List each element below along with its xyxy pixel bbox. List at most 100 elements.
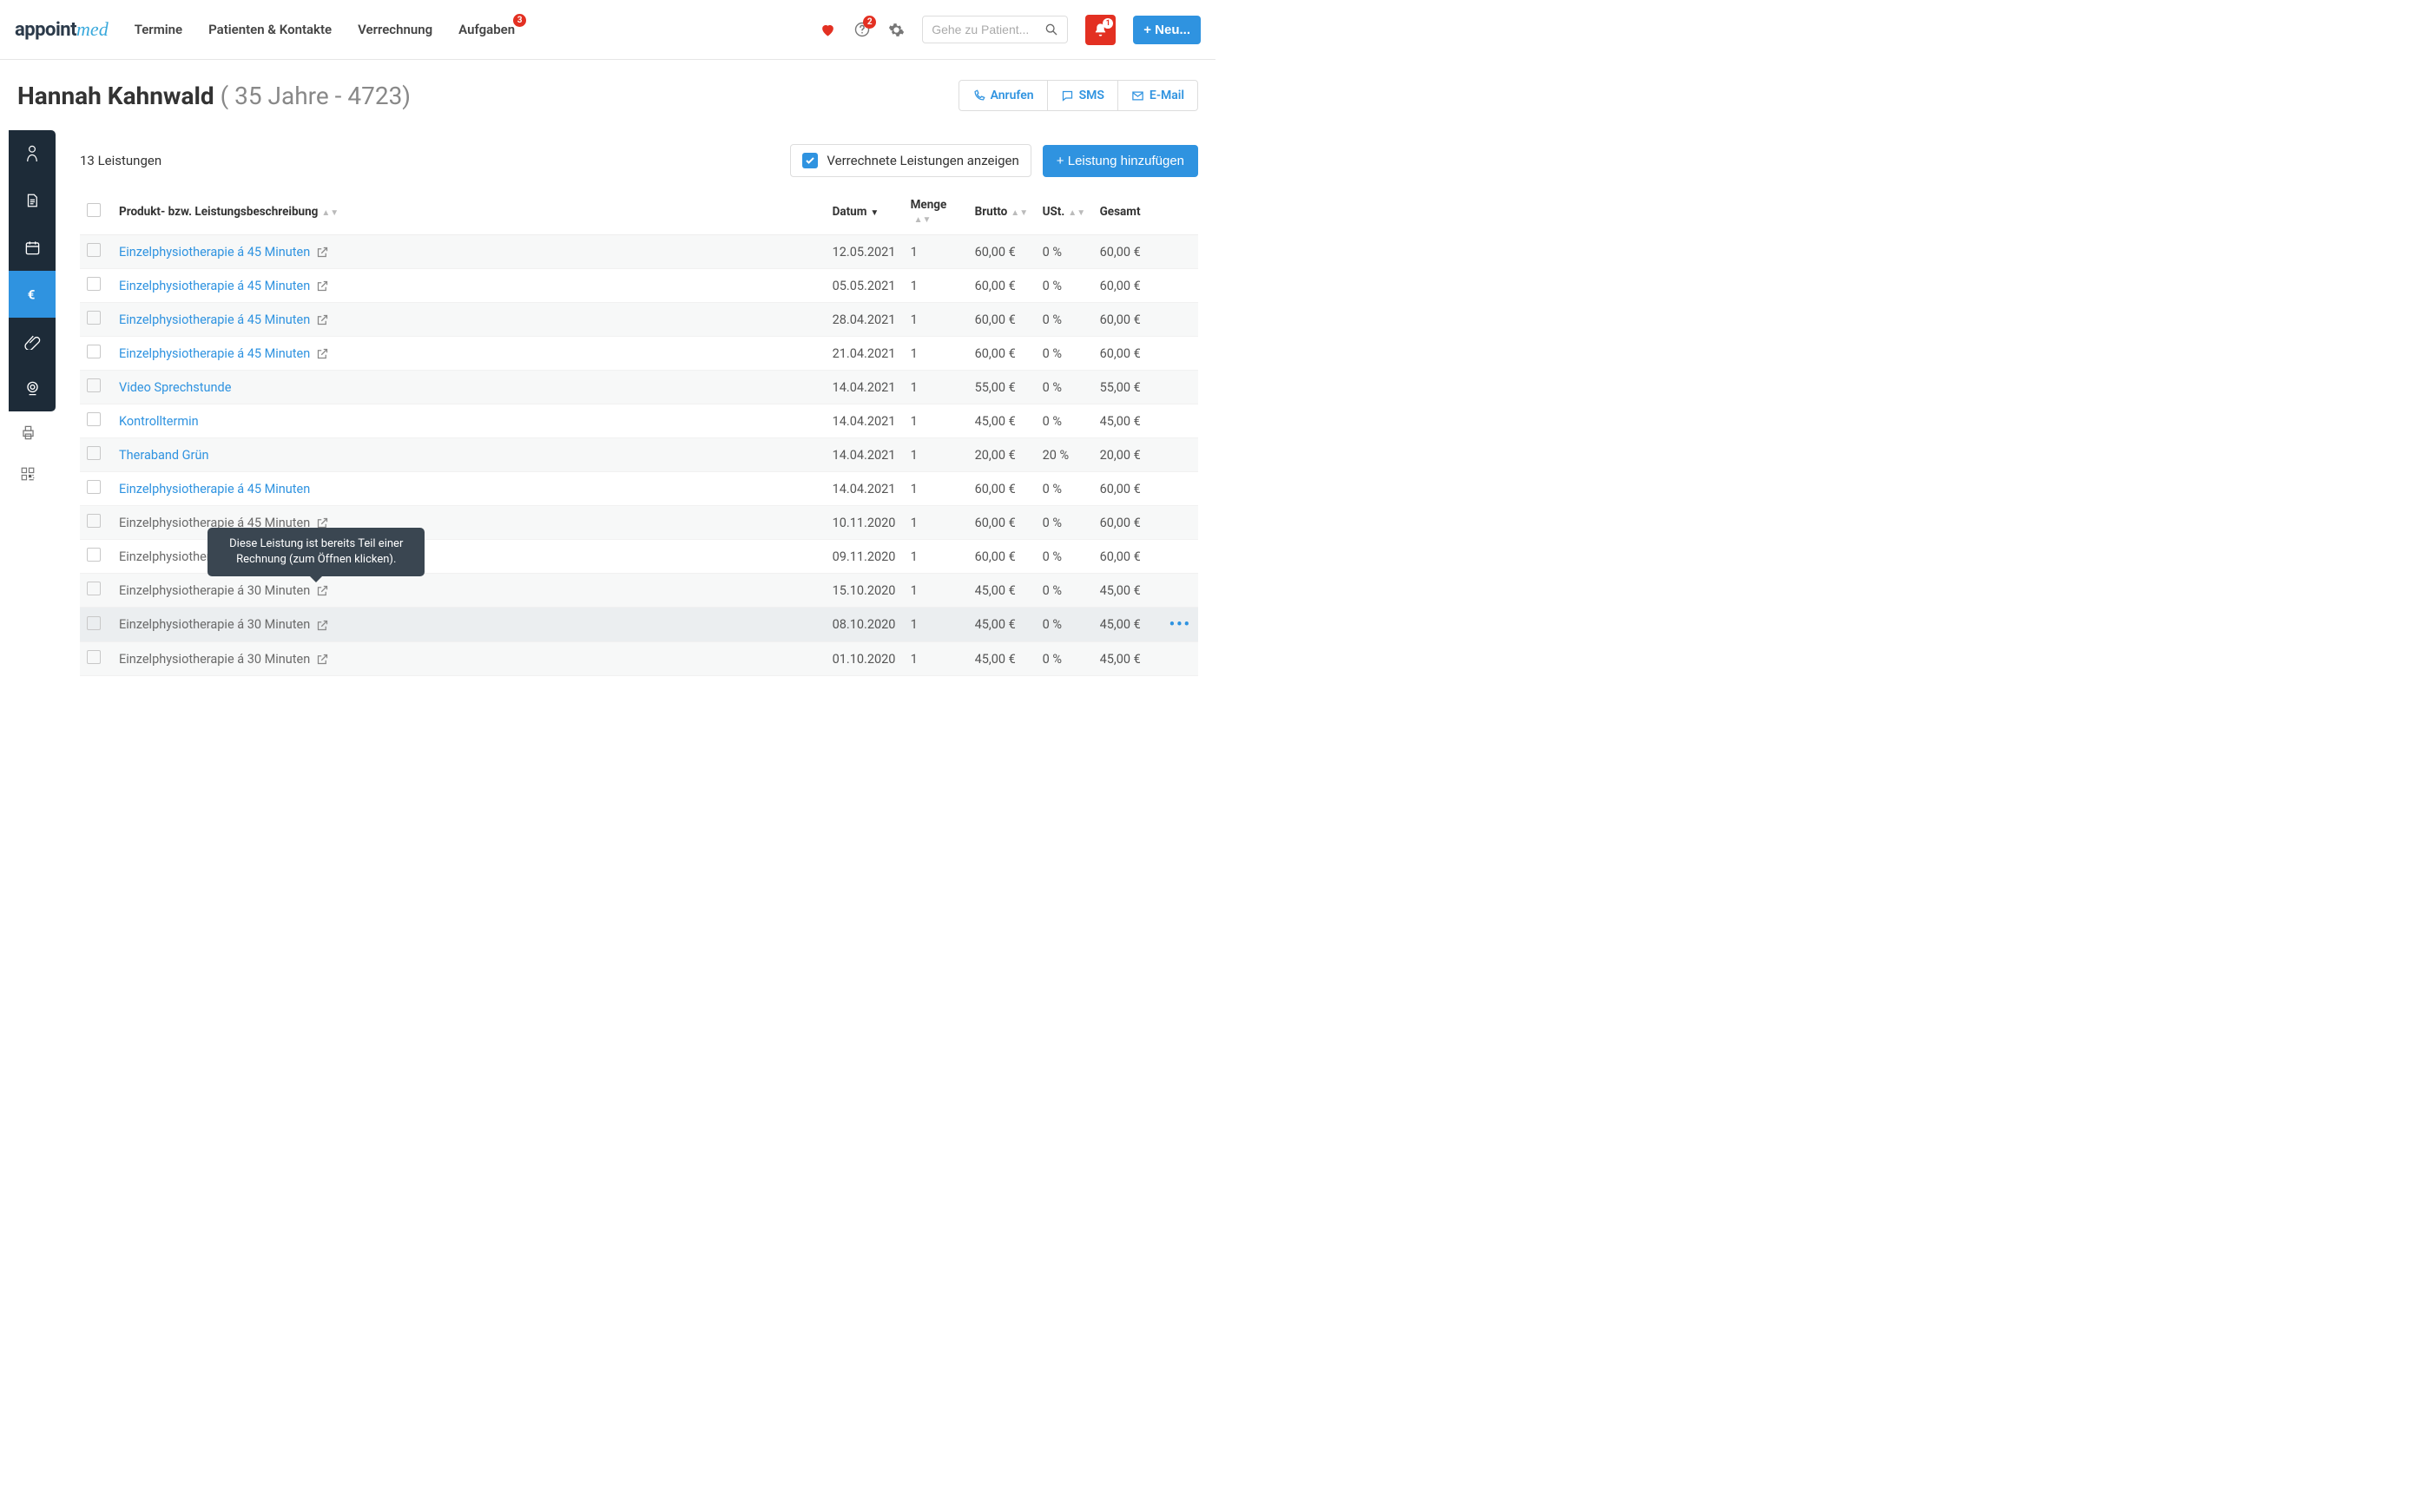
row-ust: 20 % bbox=[1036, 438, 1093, 472]
col-brutto[interactable]: Brutto▲▼ bbox=[968, 189, 1036, 235]
row-brutto: 60,00 € bbox=[968, 506, 1036, 540]
row-total: 45,00 € bbox=[1093, 404, 1163, 438]
table-row[interactable]: Video Sprechstunde 14.04.2021 1 55,00 € … bbox=[80, 371, 1198, 404]
call-button[interactable]: Anrufen bbox=[959, 81, 1047, 110]
row-checkbox[interactable] bbox=[87, 480, 101, 494]
nav-verrechnung[interactable]: Verrechnung bbox=[358, 22, 432, 37]
help-icon[interactable]: 2 bbox=[853, 21, 871, 38]
external-link-icon[interactable] bbox=[316, 246, 329, 259]
nav-termine[interactable]: Termine bbox=[135, 22, 182, 37]
sidebar-item-attach[interactable] bbox=[9, 318, 56, 365]
table-row[interactable]: Einzelphysiotherapie á 45 Minuten 05.05.… bbox=[80, 269, 1198, 303]
table-row[interactable]: Einzelphysiotherapie á 45 Minuten 12.05.… bbox=[80, 235, 1198, 269]
row-brutto: 20,00 € bbox=[968, 438, 1036, 472]
add-service-button[interactable]: + Leistung hinzufügen bbox=[1043, 145, 1198, 177]
col-total[interactable]: Gesamt bbox=[1093, 189, 1163, 235]
row-desc[interactable]: Einzelphysiotherapie á 45 Minuten bbox=[119, 312, 310, 327]
row-desc[interactable]: Theraband Grün bbox=[119, 448, 208, 463]
sidebar-item-billing[interactable]: € bbox=[9, 271, 56, 318]
gear-icon[interactable] bbox=[888, 22, 905, 38]
webcam-icon bbox=[24, 380, 41, 397]
sidebar-dark: € bbox=[9, 130, 56, 411]
row-actions-icon[interactable]: ••• bbox=[1169, 615, 1191, 634]
row-checkbox[interactable] bbox=[87, 345, 101, 358]
table-row[interactable]: Einzelphysiotherapie á 30 Minuten 08.10.… bbox=[80, 608, 1198, 642]
table-row[interactable]: Einzelphysiotherapie á 30 MinutenDiese L… bbox=[80, 574, 1198, 608]
sidebar-item-profile[interactable] bbox=[9, 130, 56, 177]
row-desc[interactable]: Einzelphysiotherapie á 45 Minuten bbox=[119, 346, 310, 361]
row-desc: Einzelphysiotherapie á 30 Minuten bbox=[119, 652, 310, 667]
row-desc[interactable]: Einzelphysiotherapie á 45 Minuten bbox=[119, 482, 310, 496]
row-desc[interactable]: Video Sprechstunde bbox=[119, 380, 231, 395]
nav-patienten[interactable]: Patienten & Kontakte bbox=[208, 22, 332, 37]
row-date: 14.04.2021 bbox=[826, 404, 904, 438]
col-date[interactable]: Datum▼ bbox=[826, 189, 904, 235]
row-ust: 0 % bbox=[1036, 303, 1093, 337]
table-row[interactable]: Theraband Grün 14.04.2021 1 20,00 € 20 %… bbox=[80, 438, 1198, 472]
external-link-icon[interactable] bbox=[316, 653, 329, 666]
table-row[interactable]: Kontrolltermin 14.04.2021 1 45,00 € 0 % … bbox=[80, 404, 1198, 438]
row-desc[interactable]: Kontrolltermin bbox=[119, 414, 199, 429]
table-row[interactable]: Einzelphysiotherapie á 45 Minuten 21.04.… bbox=[80, 337, 1198, 371]
table-row[interactable]: Einzelphysiotherapie á 45 Minuten 28.04.… bbox=[80, 303, 1198, 337]
row-checkbox[interactable] bbox=[87, 277, 101, 291]
col-ust[interactable]: USt.▲▼ bbox=[1036, 189, 1093, 235]
row-ust: 0 % bbox=[1036, 506, 1093, 540]
page-header: Hannah Kahnwald ( 35 Jahre - 4723) Anruf… bbox=[0, 60, 1216, 130]
col-desc[interactable]: Produkt- bzw. Leistungsbeschreibung▲▼ bbox=[112, 189, 826, 235]
logo-second: med bbox=[76, 18, 109, 40]
heart-icon[interactable] bbox=[820, 22, 836, 38]
row-desc[interactable]: Einzelphysiotherapie á 45 Minuten bbox=[119, 279, 310, 293]
sidebar-item-print[interactable] bbox=[4, 411, 51, 453]
row-qty: 1 bbox=[904, 438, 968, 472]
topnav: Termine Patienten & Kontakte Verrechnung… bbox=[135, 22, 820, 37]
sms-button[interactable]: SMS bbox=[1047, 81, 1117, 110]
euro-icon: € bbox=[24, 286, 40, 302]
row-date: 05.05.2021 bbox=[826, 269, 904, 303]
search-input[interactable] bbox=[932, 23, 1044, 36]
sidebar-item-docs[interactable] bbox=[9, 177, 56, 224]
topbar: appointmed Termine Patienten & Kontakte … bbox=[0, 0, 1216, 60]
row-checkbox[interactable] bbox=[87, 582, 101, 595]
sidebar-item-qr[interactable] bbox=[4, 453, 51, 495]
row-checkbox[interactable] bbox=[87, 412, 101, 426]
table-row[interactable]: Einzelphysiotherapie á 45 Minuten 14.04.… bbox=[80, 472, 1198, 506]
row-brutto: 45,00 € bbox=[968, 574, 1036, 608]
row-brutto: 45,00 € bbox=[968, 404, 1036, 438]
sidebar-item-webcam[interactable] bbox=[9, 365, 56, 411]
row-total: 55,00 € bbox=[1093, 371, 1163, 404]
external-link-icon[interactable] bbox=[316, 279, 329, 293]
search-input-wrap[interactable] bbox=[922, 16, 1068, 43]
alert-button[interactable]: 1 bbox=[1085, 15, 1116, 45]
row-checkbox[interactable] bbox=[87, 446, 101, 460]
sidebar-item-calendar[interactable] bbox=[9, 224, 56, 271]
logo[interactable]: appointmed bbox=[15, 18, 109, 41]
row-checkbox[interactable] bbox=[87, 311, 101, 325]
row-checkbox[interactable] bbox=[87, 514, 101, 528]
new-button[interactable]: + Neu... bbox=[1133, 16, 1201, 44]
row-checkbox[interactable] bbox=[87, 650, 101, 664]
row-desc[interactable]: Einzelphysiotherapie á 45 Minuten bbox=[119, 245, 310, 260]
row-ust: 0 % bbox=[1036, 642, 1093, 676]
row-total: 60,00 € bbox=[1093, 337, 1163, 371]
row-total: 45,00 € bbox=[1093, 642, 1163, 676]
select-all-checkbox[interactable] bbox=[87, 203, 101, 217]
row-checkbox[interactable] bbox=[87, 378, 101, 392]
table-row[interactable]: Einzelphysiotherapie á 30 Minuten 01.10.… bbox=[80, 642, 1198, 676]
col-qty[interactable]: Menge▲▼ bbox=[904, 189, 968, 235]
email-button[interactable]: E-Mail bbox=[1117, 81, 1197, 110]
show-billed-toggle[interactable]: Verrechnete Leistungen anzeigen bbox=[790, 144, 1031, 177]
row-checkbox[interactable] bbox=[87, 548, 101, 562]
external-link-icon[interactable] bbox=[316, 584, 329, 597]
row-brutto: 55,00 € bbox=[968, 371, 1036, 404]
row-checkbox[interactable] bbox=[87, 616, 101, 630]
external-link-icon[interactable] bbox=[316, 347, 329, 360]
row-total: 60,00 € bbox=[1093, 506, 1163, 540]
phone-icon bbox=[972, 89, 985, 102]
row-checkbox[interactable] bbox=[87, 243, 101, 257]
row-brutto: 60,00 € bbox=[968, 337, 1036, 371]
external-link-icon[interactable] bbox=[316, 313, 329, 326]
row-total: 20,00 € bbox=[1093, 438, 1163, 472]
external-link-icon[interactable] bbox=[316, 619, 329, 632]
nav-aufgaben[interactable]: Aufgaben 3 bbox=[458, 22, 515, 37]
